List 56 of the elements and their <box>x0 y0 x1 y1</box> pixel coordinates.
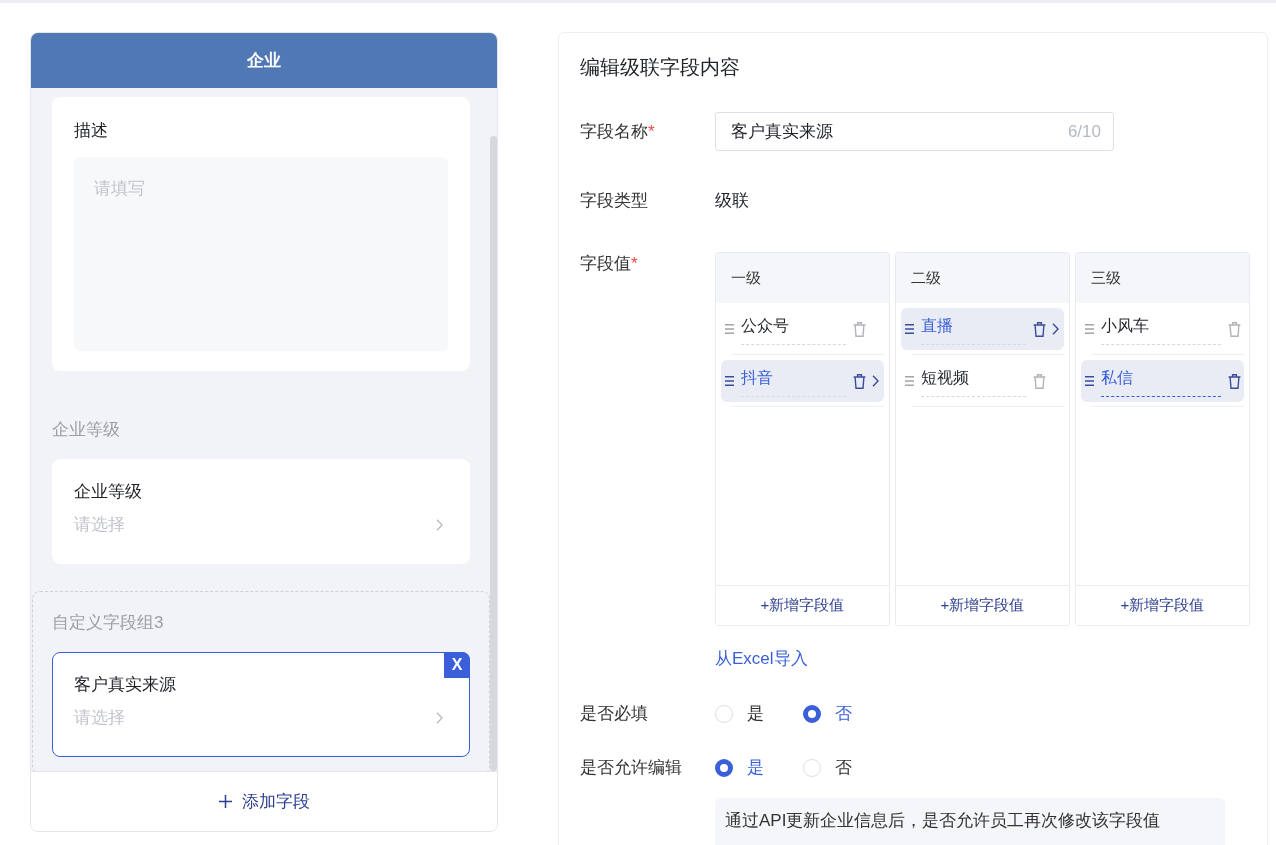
chevron-icon[interactable] <box>872 375 879 387</box>
trash-icon[interactable] <box>1033 321 1046 337</box>
value-input[interactable]: 抖音 <box>741 365 846 397</box>
field-label: 客户真实来源 <box>74 674 177 696</box>
add-value-button[interactable]: +新增字段值 <box>1076 585 1249 625</box>
chevron-icon[interactable] <box>1052 323 1059 335</box>
drag-handle-icon[interactable] <box>905 376 914 386</box>
drag-handle-icon[interactable] <box>725 324 734 334</box>
drag-handle-icon[interactable] <box>1085 376 1094 386</box>
field-label: 字段值* <box>580 253 639 275</box>
add-value-button[interactable]: +新增字段值 <box>896 585 1069 625</box>
field-card[interactable]: 客户真实来源 请选择 X <box>52 652 470 757</box>
cascade-item[interactable]: 私信 <box>1081 360 1244 402</box>
add-field-button[interactable]: 添加字段 <box>31 771 497 831</box>
chevron-icon <box>436 712 443 724</box>
radio-label[interactable]: 是 <box>747 702 764 726</box>
field-label: 字段类型 <box>580 190 649 212</box>
value-input[interactable]: 公众号 <box>741 313 846 345</box>
field-label: 描述 <box>74 120 109 142</box>
column-header: 一级 <box>716 253 889 303</box>
field-type-value: 级联 <box>715 190 749 212</box>
field-label: 是否必填 <box>580 703 649 725</box>
remove-button[interactable]: X <box>444 652 470 678</box>
value-input[interactable]: 短视频 <box>921 365 1026 397</box>
hint-box: 通过API更新企业信息后，是否允许员工再次修改该字段值 <box>715 798 1225 845</box>
drag-handle-icon[interactable] <box>905 324 914 334</box>
cascade-item[interactable]: 直播 <box>901 308 1064 350</box>
plus-icon <box>218 795 232 808</box>
field-label: 企业等级 <box>74 481 143 503</box>
chevron-icon <box>436 519 443 531</box>
value-input[interactable]: 直播 <box>921 313 1026 345</box>
drag-handle-icon[interactable] <box>725 376 734 386</box>
trash-icon[interactable] <box>853 373 866 389</box>
trash-icon[interactable] <box>1228 373 1241 389</box>
field-label: 字段名称* <box>580 120 656 143</box>
group-title: 企业等级 <box>52 419 121 441</box>
radio-label[interactable]: 否 <box>835 756 852 780</box>
column-header: 二级 <box>896 253 1069 303</box>
panel-title: 编辑级联字段内容 <box>580 55 740 80</box>
cascade-item[interactable]: 抖音 <box>721 360 884 402</box>
radio-label[interactable]: 是 <box>747 756 764 780</box>
group-title: 自定义字段组3 <box>52 612 165 634</box>
import-link[interactable]: 从Excel导入 <box>715 647 808 671</box>
value-input[interactable]: 小风车 <box>1101 313 1221 345</box>
value-input[interactable]: 私信 <box>1101 365 1221 397</box>
field-label: 是否允许编辑 <box>580 757 683 779</box>
panel-header: 企业 <box>31 33 497 88</box>
field-card[interactable]: 企业等级 请选择 <box>52 459 470 564</box>
scrollbar[interactable] <box>490 136 497 771</box>
drag-handle-icon[interactable] <box>1085 324 1094 334</box>
radio-label[interactable]: 否 <box>835 702 852 726</box>
radio-button[interactable] <box>715 759 733 777</box>
radio-button[interactable] <box>803 705 821 723</box>
add-value-button[interactable]: +新增字段值 <box>716 585 889 625</box>
character-count: 6/10 <box>1067 120 1101 143</box>
column-header: 三级 <box>1076 253 1249 303</box>
